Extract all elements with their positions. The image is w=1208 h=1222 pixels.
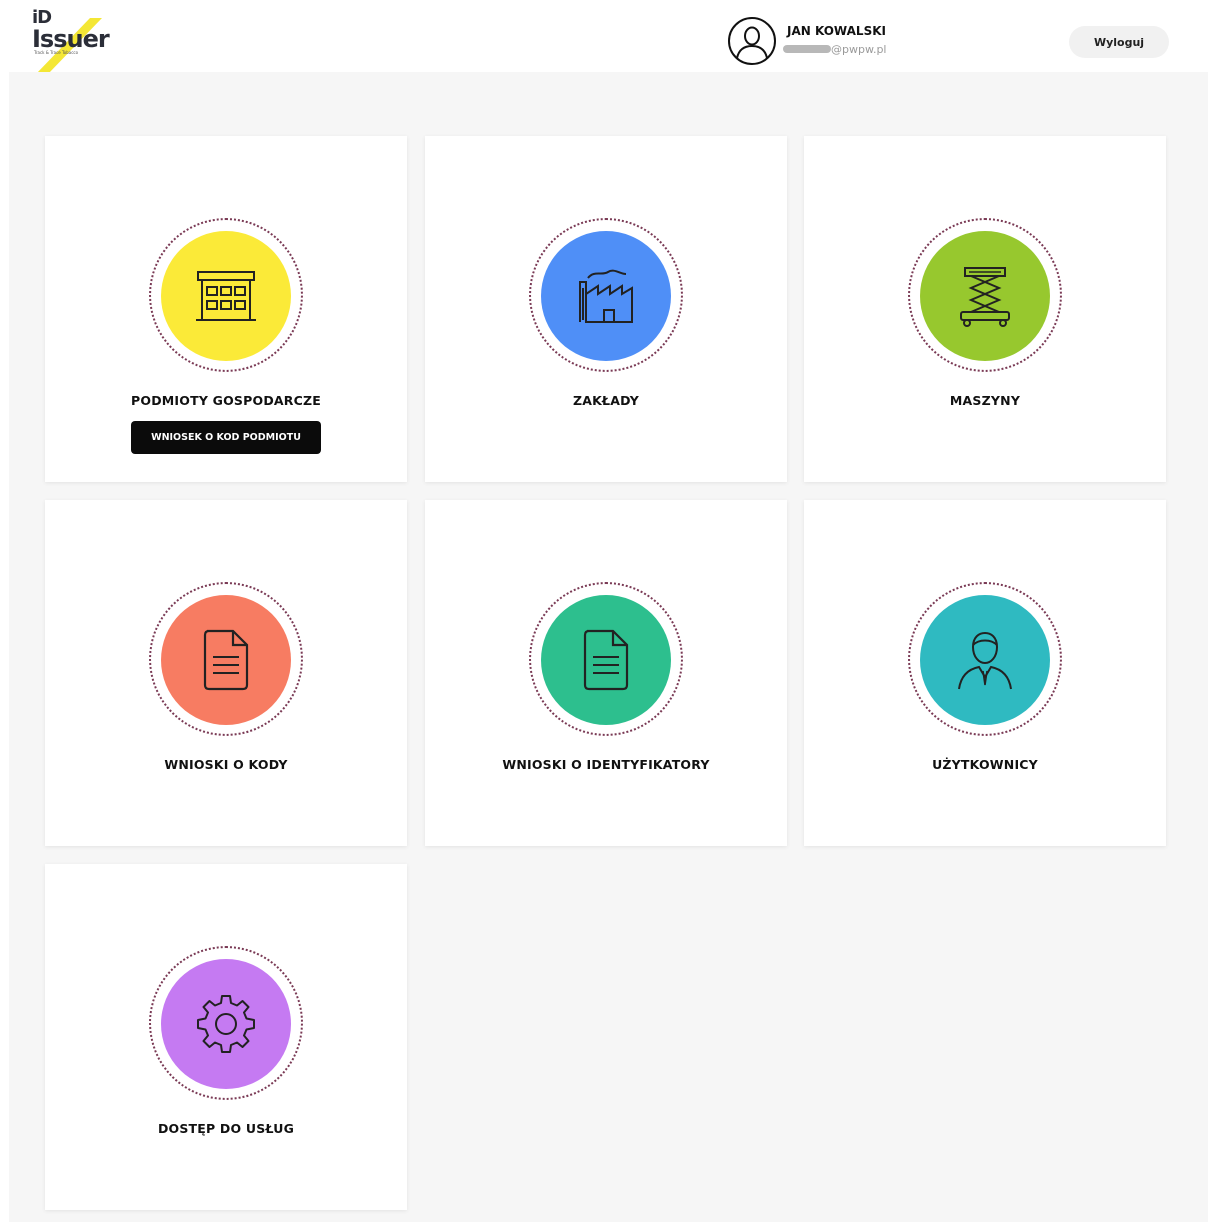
tile-wnioski-o-kody[interactable]: WNIOSKI O KODY bbox=[45, 500, 407, 846]
user-avatar-icon[interactable] bbox=[727, 16, 777, 66]
tile-icon-disc bbox=[920, 595, 1050, 725]
tile-icon-disc bbox=[920, 231, 1050, 361]
gear-icon bbox=[197, 995, 255, 1053]
tile-label: PODMIOTY GOSPODARCZE bbox=[131, 393, 321, 408]
tile-icon-disc bbox=[161, 231, 291, 361]
tile-label: MASZYNY bbox=[949, 393, 1021, 408]
tile-label: UŻYTKOWNICY bbox=[932, 757, 1038, 772]
scissor-lift-icon bbox=[960, 267, 1010, 327]
logo-prefix: iD bbox=[32, 7, 52, 28]
tile-label: DOSTĘP DO USŁUG bbox=[157, 1121, 295, 1136]
tile-podmioty-gospodarcze[interactable]: PODMIOTY GOSPODARCZE WNIOSEK O KOD PODMI… bbox=[45, 136, 407, 482]
user-icon bbox=[958, 631, 1012, 690]
tile-uzytkownicy[interactable]: UŻYTKOWNICY bbox=[804, 500, 1166, 846]
tile-label: ZAKŁADY bbox=[572, 393, 640, 408]
redacted-email-mask bbox=[783, 45, 831, 53]
building-icon bbox=[196, 271, 256, 321]
tile-label: WNIOSKI O IDENTYFIKATORY bbox=[502, 757, 710, 772]
user-email-domain: @pwpw.pl bbox=[831, 42, 887, 56]
tile-zaklady[interactable]: ZAKŁADY bbox=[425, 136, 787, 482]
app-logo[interactable]: iD Issuer Track & Trace Tobacco bbox=[32, 7, 110, 74]
tile-label: WNIOSKI O KODY bbox=[164, 757, 288, 772]
factory-icon bbox=[579, 269, 633, 323]
document-icon bbox=[583, 629, 629, 691]
logout-button[interactable]: Wyloguj bbox=[1069, 26, 1169, 58]
document-icon bbox=[203, 629, 249, 691]
user-email: @pwpw.pl bbox=[783, 42, 886, 56]
tile-icon-disc bbox=[161, 595, 291, 725]
tile-icon-disc bbox=[161, 959, 291, 1089]
logo-title: Issuer bbox=[32, 25, 110, 53]
tile-dostep-do-uslug[interactable]: DOSTĘP DO USŁUG bbox=[45, 864, 407, 1210]
dashboard: PODMIOTY GOSPODARCZE WNIOSEK O KOD PODMI… bbox=[9, 72, 1208, 1222]
logo-tagline: Track & Trace Tobacco bbox=[34, 50, 79, 55]
tile-icon-disc bbox=[541, 231, 671, 361]
user-name: JAN KOWALSKI bbox=[787, 24, 886, 38]
header: iD Issuer Track & Trace Tobacco JAN KOWA… bbox=[0, 0, 1208, 74]
request-entity-code-button[interactable]: WNIOSEK O KOD PODMIOTU bbox=[131, 421, 321, 454]
tile-wnioski-o-identyfikatory[interactable]: WNIOSKI O IDENTYFIKATORY bbox=[425, 500, 787, 846]
tile-maszyny[interactable]: MASZYNY bbox=[804, 136, 1166, 482]
tile-icon-disc bbox=[541, 595, 671, 725]
